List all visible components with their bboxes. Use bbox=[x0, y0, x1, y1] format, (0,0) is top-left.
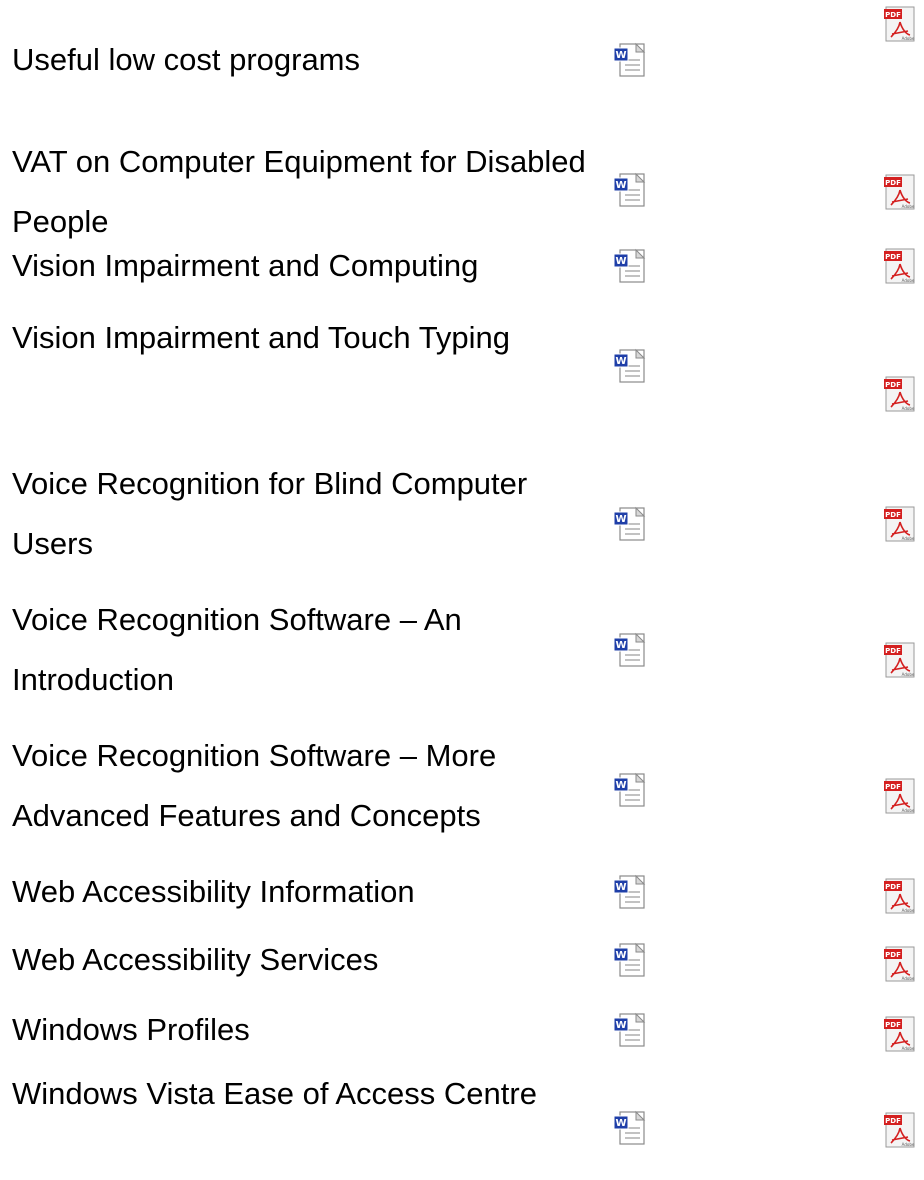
document-title[interactable]: Web Accessibility Information bbox=[12, 862, 612, 922]
pdf-document-icon[interactable]: PDF Adobe bbox=[880, 876, 920, 916]
word-document-icon[interactable]: W bbox=[610, 1108, 650, 1148]
list-item: Windows Vista Ease of Access Centre W PD… bbox=[0, 1064, 924, 1180]
svg-text:Adobe: Adobe bbox=[902, 536, 915, 541]
svg-text:PDF: PDF bbox=[885, 783, 901, 791]
svg-text:PDF: PDF bbox=[885, 951, 901, 959]
svg-text:PDF: PDF bbox=[885, 647, 901, 655]
svg-text:W: W bbox=[615, 780, 626, 791]
svg-text:W: W bbox=[615, 1118, 626, 1129]
svg-text:W: W bbox=[615, 50, 626, 61]
pdf-document-icon[interactable]: PDF Adobe bbox=[880, 172, 920, 212]
word-document-icon[interactable]: W bbox=[610, 872, 650, 912]
document-link[interactable]: Web Accessibility Services bbox=[12, 942, 378, 977]
pdf-document-icon[interactable]: PDF Adobe bbox=[880, 776, 920, 816]
svg-text:W: W bbox=[615, 1020, 626, 1031]
list-item: Web Accessibility Information W PDF Adob… bbox=[0, 862, 924, 926]
document-link[interactable]: Voice Recognition for Blind Computer Use… bbox=[12, 466, 527, 561]
list-item: Web Accessibility Services W PDF Adobe bbox=[0, 930, 924, 994]
word-document-icon[interactable]: W bbox=[610, 630, 650, 670]
document-title[interactable]: Voice Recognition Software – An Introduc… bbox=[12, 590, 592, 710]
document-link[interactable]: Web Accessibility Information bbox=[12, 874, 415, 909]
list-item: Voice Recognition Software – More Advanc… bbox=[0, 726, 924, 856]
document-title[interactable]: Windows Vista Ease of Access Centre bbox=[12, 1064, 552, 1124]
svg-text:PDF: PDF bbox=[885, 179, 901, 187]
list-item: Useful low cost programs W bbox=[0, 28, 924, 92]
word-document-icon[interactable]: W bbox=[610, 770, 650, 810]
word-document-icon[interactable]: W bbox=[610, 504, 650, 544]
svg-text:Adobe: Adobe bbox=[902, 406, 915, 411]
svg-text:W: W bbox=[615, 882, 626, 893]
document-link[interactable]: Vision Impairment and Touch Typing bbox=[12, 320, 510, 355]
svg-text:W: W bbox=[615, 640, 626, 651]
document-link[interactable]: Voice Recognition Software – More Advanc… bbox=[12, 738, 496, 833]
document-link[interactable]: Useful low cost programs bbox=[12, 42, 360, 77]
document-link[interactable]: Windows Profiles bbox=[12, 1012, 250, 1047]
word-document-icon[interactable]: W bbox=[610, 1010, 650, 1050]
document-title[interactable]: VAT on Computer Equipment for Disabled P… bbox=[12, 132, 602, 252]
document-link[interactable]: Voice Recognition Software – An Introduc… bbox=[12, 602, 462, 697]
svg-text:Adobe: Adobe bbox=[902, 976, 915, 981]
svg-text:PDF: PDF bbox=[885, 1117, 901, 1125]
document-title[interactable]: Vision Impairment and Computing bbox=[12, 236, 612, 296]
list-item: Voice Recognition for Blind Computer Use… bbox=[0, 454, 924, 584]
svg-text:PDF: PDF bbox=[885, 1021, 901, 1029]
document-title[interactable]: Voice Recognition Software – More Advanc… bbox=[12, 726, 612, 846]
document-title[interactable]: Useful low cost programs bbox=[12, 30, 612, 90]
pdf-document-icon[interactable]: PDF Adobe bbox=[880, 944, 920, 984]
document-link[interactable]: Vision Impairment and Computing bbox=[12, 248, 478, 283]
list-item: Vision Impairment and Touch Typing W PDF… bbox=[0, 308, 924, 438]
pdf-document-icon[interactable]: PDF Adobe bbox=[880, 1110, 920, 1150]
pdf-document-icon[interactable]: PDF Adobe bbox=[880, 640, 920, 680]
list-item: Windows Profiles W PDF Adobe bbox=[0, 1000, 924, 1064]
word-document-icon[interactable]: W bbox=[610, 346, 650, 386]
svg-text:Adobe: Adobe bbox=[902, 204, 915, 209]
svg-text:W: W bbox=[615, 514, 626, 525]
pdf-document-icon[interactable]: PDF Adobe bbox=[880, 374, 920, 414]
svg-text:PDF: PDF bbox=[885, 883, 901, 891]
word-document-icon[interactable]: W bbox=[610, 940, 650, 980]
pdf-document-icon[interactable]: PDF Adobe bbox=[880, 504, 920, 544]
svg-text:Adobe: Adobe bbox=[902, 278, 915, 283]
document-title[interactable]: Voice Recognition for Blind Computer Use… bbox=[12, 454, 532, 574]
svg-text:PDF: PDF bbox=[885, 511, 901, 519]
document-title[interactable]: Windows Profiles bbox=[12, 1000, 612, 1060]
svg-text:W: W bbox=[615, 356, 626, 367]
svg-text:PDF: PDF bbox=[885, 381, 901, 389]
document-link[interactable]: Windows Vista Ease of Access Centre bbox=[12, 1076, 537, 1111]
word-document-icon[interactable]: W bbox=[610, 170, 650, 210]
svg-text:Adobe: Adobe bbox=[902, 672, 915, 677]
svg-text:Adobe: Adobe bbox=[902, 1046, 915, 1051]
svg-text:W: W bbox=[615, 256, 626, 267]
pdf-document-icon[interactable]: PDF Adobe bbox=[880, 246, 920, 286]
svg-text:Adobe: Adobe bbox=[902, 808, 915, 813]
word-document-icon[interactable]: W bbox=[610, 246, 650, 286]
pdf-document-icon[interactable]: PDF Adobe bbox=[880, 1014, 920, 1054]
list-item: Vision Impairment and Computing W PDF Ad… bbox=[0, 236, 924, 300]
document-title[interactable]: Vision Impairment and Touch Typing bbox=[12, 308, 572, 368]
svg-text:Adobe: Adobe bbox=[902, 908, 915, 913]
svg-text:PDF: PDF bbox=[885, 11, 901, 19]
svg-text:W: W bbox=[615, 950, 626, 961]
list-item: Voice Recognition Software – An Introduc… bbox=[0, 590, 924, 720]
svg-text:W: W bbox=[615, 180, 626, 191]
word-document-icon[interactable]: W bbox=[610, 40, 650, 80]
document-link[interactable]: VAT on Computer Equipment for Disabled P… bbox=[12, 144, 586, 239]
document-title[interactable]: Web Accessibility Services bbox=[12, 930, 612, 990]
svg-text:PDF: PDF bbox=[885, 253, 901, 261]
svg-text:Adobe: Adobe bbox=[902, 1142, 915, 1147]
